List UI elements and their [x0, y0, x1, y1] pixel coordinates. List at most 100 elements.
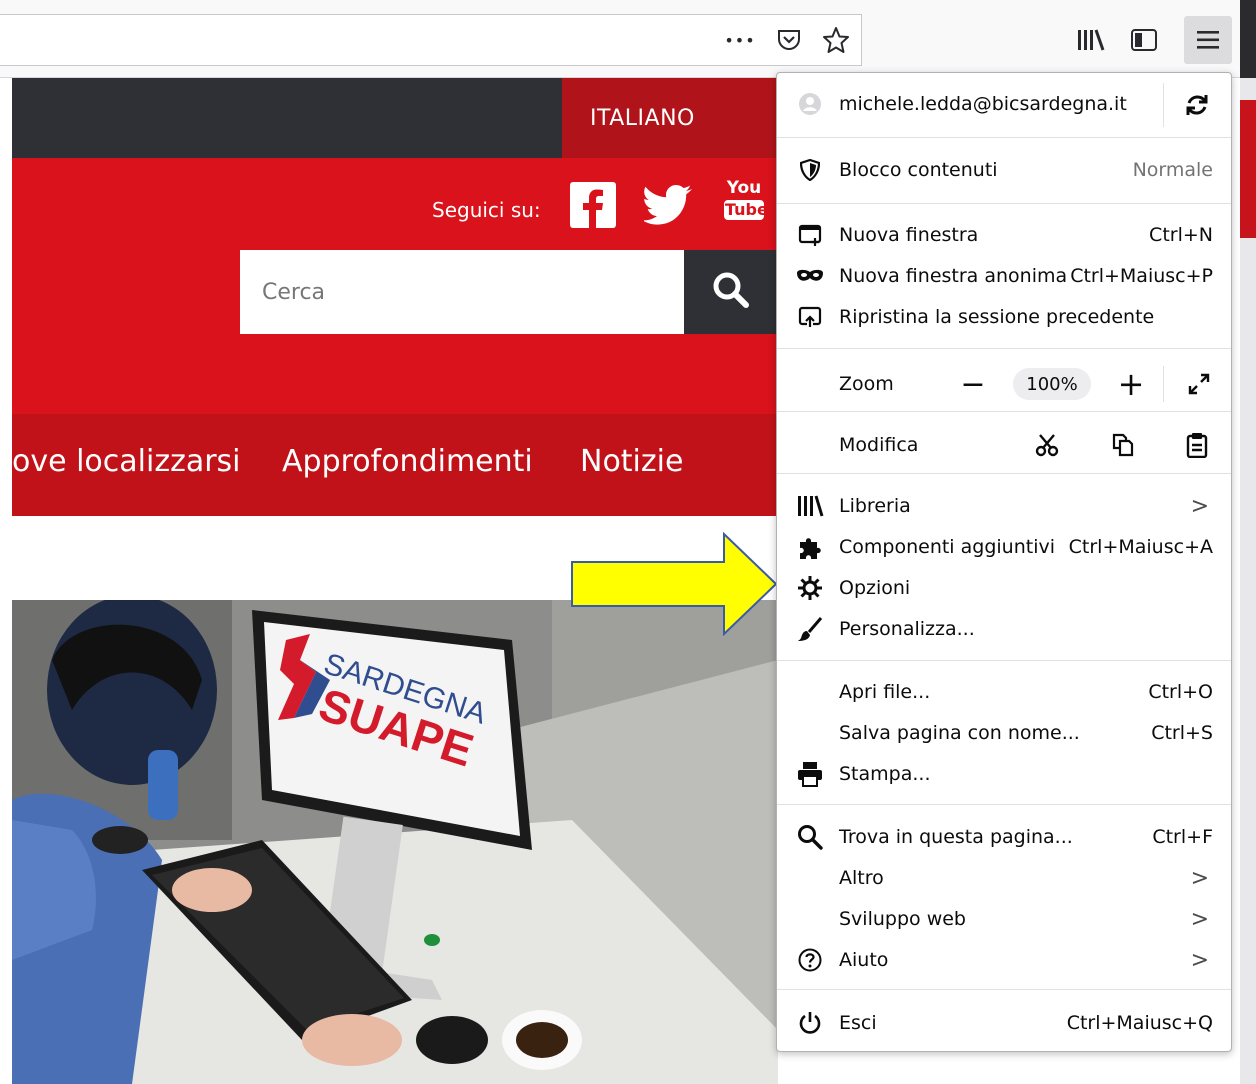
content-blocking-label: Blocco contenuti: [839, 159, 998, 181]
printer-icon: [795, 759, 825, 789]
menu-item-customize[interactable]: Personalizza...: [777, 609, 1231, 649]
find-label: Trova in questa pagina...: [839, 826, 1073, 848]
site-search-input[interactable]: Cerca: [240, 250, 684, 334]
chevron-right-icon: >: [1190, 947, 1209, 973]
exit-shortcut: Ctrl+Maiusc+Q: [1066, 1012, 1213, 1034]
private-window-shortcut: Ctrl+Maiusc+P: [1070, 265, 1213, 287]
youtube-icon[interactable]: You Tube: [724, 178, 768, 230]
follow-label: Seguici su:: [432, 198, 541, 222]
zoom-in-button[interactable]: +: [1111, 364, 1151, 404]
content-blocking-value: Normale: [1132, 159, 1213, 181]
copy-icon[interactable]: [1103, 425, 1143, 465]
sync-icon[interactable]: [1177, 85, 1217, 125]
nav-item-approfondimenti[interactable]: Approfondimenti: [282, 444, 533, 479]
menu-separator: [777, 804, 1231, 805]
zoom-label: Zoom: [839, 373, 894, 395]
gear-icon: [795, 573, 825, 603]
power-icon: [795, 1008, 825, 1038]
edit-label: Modifica: [839, 434, 919, 456]
help-label: Aiuto: [839, 949, 889, 971]
menu-item-new-window[interactable]: Nuova finestra Ctrl+N: [777, 215, 1231, 255]
menu-item-find[interactable]: Trova in questa pagina... Ctrl+F: [777, 817, 1231, 857]
menu-separator: [777, 411, 1231, 412]
nav-item-localizzarsi[interactable]: ove localizzarsi: [12, 444, 241, 479]
screenshot: ••• ITALIANO Seguici su: You Tube Cerca …: [0, 0, 1256, 1084]
language-selector[interactable]: ITALIANO: [562, 78, 778, 158]
youtube-bottom-text: Tube: [724, 200, 768, 220]
menu-item-open-file[interactable]: Apri file... Ctrl+O: [777, 672, 1231, 712]
chevron-right-icon: >: [1190, 906, 1209, 932]
library-label: Libreria: [839, 495, 911, 517]
exit-label: Esci: [839, 1012, 877, 1034]
zoom-reset-button[interactable]: 100%: [1013, 368, 1091, 400]
open-file-label: Apri file...: [839, 681, 931, 703]
library-icon[interactable]: [1070, 24, 1110, 56]
menu-item-more[interactable]: Altro >: [777, 858, 1231, 898]
window-edge: [1240, 0, 1256, 1084]
menu-item-content-blocking[interactable]: Blocco contenuti Normale: [777, 150, 1231, 190]
new-window-shortcut: Ctrl+N: [1149, 224, 1213, 246]
menu-separator: [777, 989, 1231, 990]
more-icon[interactable]: •••: [722, 24, 758, 56]
pocket-icon[interactable]: [772, 24, 806, 56]
menu-item-save-page[interactable]: Salva pagina con nome... Ctrl+S: [777, 713, 1231, 753]
save-page-label: Salva pagina con nome...: [839, 722, 1080, 744]
hamburger-menu-button[interactable]: [1184, 16, 1232, 64]
facebook-icon[interactable]: [570, 182, 616, 228]
chevron-right-icon: >: [1190, 865, 1209, 891]
restore-session-label: Ripristina la sessione precedente: [839, 306, 1155, 328]
menu-item-restore-session[interactable]: Ripristina la sessione precedente: [777, 297, 1231, 337]
private-mask-icon: [795, 261, 825, 291]
bookmark-star-icon[interactable]: [818, 24, 854, 56]
hamburger-menu-icon: [1184, 16, 1232, 64]
nav-item-notizie[interactable]: Notizie: [580, 444, 683, 479]
app-menu-panel: michele.ledda@bicsardegna.it Blocco cont…: [776, 72, 1232, 1052]
menu-separator: [777, 137, 1231, 138]
menu-item-print[interactable]: Stampa...: [777, 754, 1231, 794]
menu-item-addons[interactable]: Componenti aggiuntivi Ctrl+Maiusc+A: [777, 527, 1231, 567]
private-window-label: Nuova finestra anonima: [839, 265, 1068, 287]
menu-item-private-window[interactable]: Nuova finestra anonima Ctrl+Maiusc+P: [777, 256, 1231, 296]
restore-session-icon: [795, 302, 825, 332]
vertical-divider: [1163, 366, 1164, 402]
site-search-button[interactable]: [684, 250, 778, 334]
customize-label: Personalizza...: [839, 618, 975, 640]
new-window-icon: [795, 220, 825, 250]
cut-icon[interactable]: [1027, 425, 1067, 465]
options-label: Opzioni: [839, 577, 911, 599]
menu-item-web-developer[interactable]: Sviluppo web >: [777, 899, 1231, 939]
menu-item-help[interactable]: Aiuto >: [777, 940, 1231, 980]
menu-item-exit[interactable]: Esci Ctrl+Maiusc+Q: [777, 1003, 1231, 1043]
background-page-strip: [1240, 100, 1256, 238]
menu-item-options[interactable]: Opzioni: [777, 568, 1231, 608]
annotation-arrow: [571, 532, 778, 636]
account-icon: [795, 89, 825, 119]
twitter-icon[interactable]: [642, 184, 694, 226]
help-icon: [795, 945, 825, 975]
menu-separator: [777, 660, 1231, 661]
menu-separator: [777, 203, 1231, 204]
browser-toolbar: •••: [0, 0, 1256, 78]
library-icon: [795, 491, 825, 521]
fullscreen-icon[interactable]: [1179, 364, 1219, 404]
sidebar-icon[interactable]: [1124, 24, 1164, 56]
web-developer-label: Sviluppo web: [839, 908, 966, 930]
account-email: michele.ledda@bicsardegna.it: [839, 93, 1127, 115]
menu-item-zoom: Zoom − 100% +: [777, 360, 1231, 408]
chevron-right-icon: >: [1190, 493, 1209, 519]
zoom-out-button[interactable]: −: [953, 364, 993, 404]
menu-separator: [777, 473, 1231, 474]
puzzle-piece-icon: [795, 532, 825, 562]
site-top-bar: [12, 78, 562, 158]
youtube-top-text: You: [726, 178, 762, 198]
search-icon: [795, 822, 825, 852]
hero-photo: SARDEGNA SUAPE: [12, 600, 778, 1084]
shield-icon: [795, 155, 825, 185]
paste-icon[interactable]: [1177, 425, 1217, 465]
search-icon: [711, 270, 751, 314]
menu-item-library[interactable]: Libreria >: [777, 486, 1231, 526]
print-label: Stampa...: [839, 763, 931, 785]
find-shortcut: Ctrl+F: [1152, 826, 1213, 848]
more-label: Altro: [839, 867, 884, 889]
menu-separator: [777, 348, 1231, 349]
